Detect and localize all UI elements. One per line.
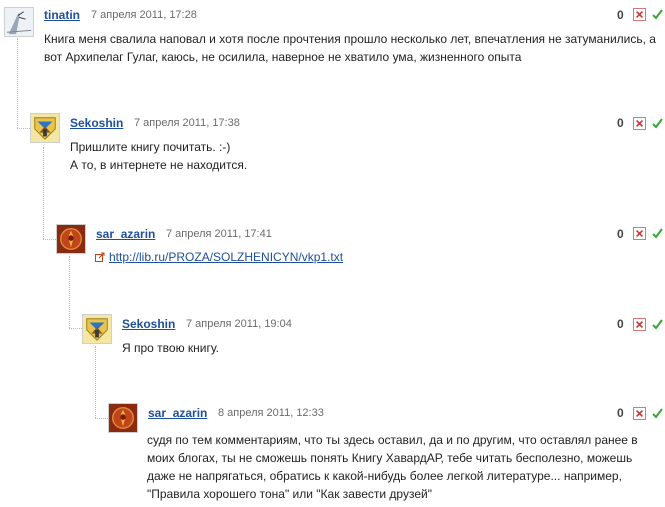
- author-link[interactable]: sar_azarin: [96, 227, 155, 241]
- comment-date: 7 апреля 2011, 17:28: [91, 9, 197, 21]
- comment-text: даже не напрягаться, обратись к какой-ни…: [147, 469, 622, 483]
- delete-button[interactable]: [633, 407, 646, 420]
- checkmark-icon: [652, 118, 663, 129]
- approve-button[interactable]: [651, 227, 664, 240]
- comment-text: судя по тем комментариям, что ты здесь о…: [147, 433, 638, 447]
- comment-text: вот Архипелаг Гулаг, каюсь, не осилила, …: [44, 50, 522, 64]
- delete-button[interactable]: [633, 318, 646, 331]
- thread-line: [17, 38, 18, 128]
- rating-count: 0: [617, 317, 624, 331]
- comment-date: 7 апреля 2011, 17:41: [166, 228, 272, 240]
- comment-body: Я про твою книгу.: [122, 339, 622, 357]
- rating-count: 0: [617, 227, 624, 241]
- rating-count: 0: [617, 406, 624, 420]
- comment-date: 7 апреля 2011, 17:38: [134, 117, 240, 129]
- checkmark-icon: [652, 228, 663, 239]
- comment-body: Пришлите книгу почитать. :-) А то, в инт…: [70, 138, 630, 174]
- comment-text: моих блогах, ты не сможешь понять Книгу …: [147, 451, 633, 465]
- comment-text: А то, в интернете не находится.: [70, 158, 248, 172]
- thread-line: [95, 346, 96, 418]
- thread-elbow: [17, 128, 30, 129]
- approve-button[interactable]: [651, 8, 664, 21]
- comment-text: Я про твою книгу.: [122, 341, 220, 355]
- comment-text: "Правила хорошего тона" или "Как завести…: [147, 487, 432, 501]
- close-icon: [635, 320, 644, 329]
- thread-line: [69, 256, 70, 328]
- external-link-icon: [95, 252, 105, 262]
- avatar[interactable]: [30, 113, 60, 143]
- rating-count: 0: [617, 116, 624, 130]
- comment-body: http://lib.ru/PROZA/SOLZHENICYN/vkp1.txt: [95, 248, 595, 266]
- avatar[interactable]: [108, 403, 138, 433]
- author-link[interactable]: sar_azarin: [148, 406, 207, 420]
- coat-of-arms-icon: [83, 315, 111, 343]
- comment-link-line: http://lib.ru/PROZA/SOLZHENICYN/vkp1.txt: [95, 248, 595, 266]
- comment-link[interactable]: http://lib.ru/PROZA/SOLZHENICYN/vkp1.txt: [109, 250, 343, 264]
- thread-elbow: [43, 239, 56, 240]
- close-icon: [635, 409, 644, 418]
- red-emblem-icon: [57, 225, 85, 253]
- avatar[interactable]: [4, 7, 34, 37]
- approve-button[interactable]: [651, 407, 664, 420]
- avatar[interactable]: [82, 314, 112, 344]
- red-emblem-icon: [109, 404, 137, 432]
- delete-button[interactable]: [633, 117, 646, 130]
- comment-body: Книга меня свалила наповал и хотя после …: [44, 30, 664, 66]
- rating-count: 0: [617, 8, 624, 22]
- comment-text: Пришлите книгу почитать. :-): [70, 140, 231, 154]
- avatar[interactable]: [56, 224, 86, 254]
- checkmark-icon: [652, 9, 663, 20]
- thread-line: [43, 147, 44, 239]
- close-icon: [635, 119, 644, 128]
- comment-body: судя по тем комментариям, что ты здесь о…: [147, 431, 665, 503]
- author-link[interactable]: Sekoshin: [122, 317, 175, 331]
- close-icon: [635, 10, 644, 19]
- thread-elbow: [95, 418, 108, 419]
- checkmark-icon: [652, 319, 663, 330]
- comment-date: 8 апреля 2011, 12:33: [218, 407, 324, 419]
- approve-button[interactable]: [651, 117, 664, 130]
- checkmark-icon: [652, 408, 663, 419]
- thread-elbow: [69, 328, 82, 329]
- sketch-avatar-icon: [5, 8, 33, 36]
- delete-button[interactable]: [633, 227, 646, 240]
- coat-of-arms-icon: [31, 114, 59, 142]
- approve-button[interactable]: [651, 318, 664, 331]
- close-icon: [635, 229, 644, 238]
- delete-button[interactable]: [633, 8, 646, 21]
- author-link[interactable]: Sekoshin: [70, 116, 123, 130]
- comment-date: 7 апреля 2011, 19:04: [186, 318, 292, 330]
- comment-text: Книга меня свалила наповал и хотя после …: [44, 32, 656, 46]
- author-link[interactable]: tinatin: [44, 8, 80, 22]
